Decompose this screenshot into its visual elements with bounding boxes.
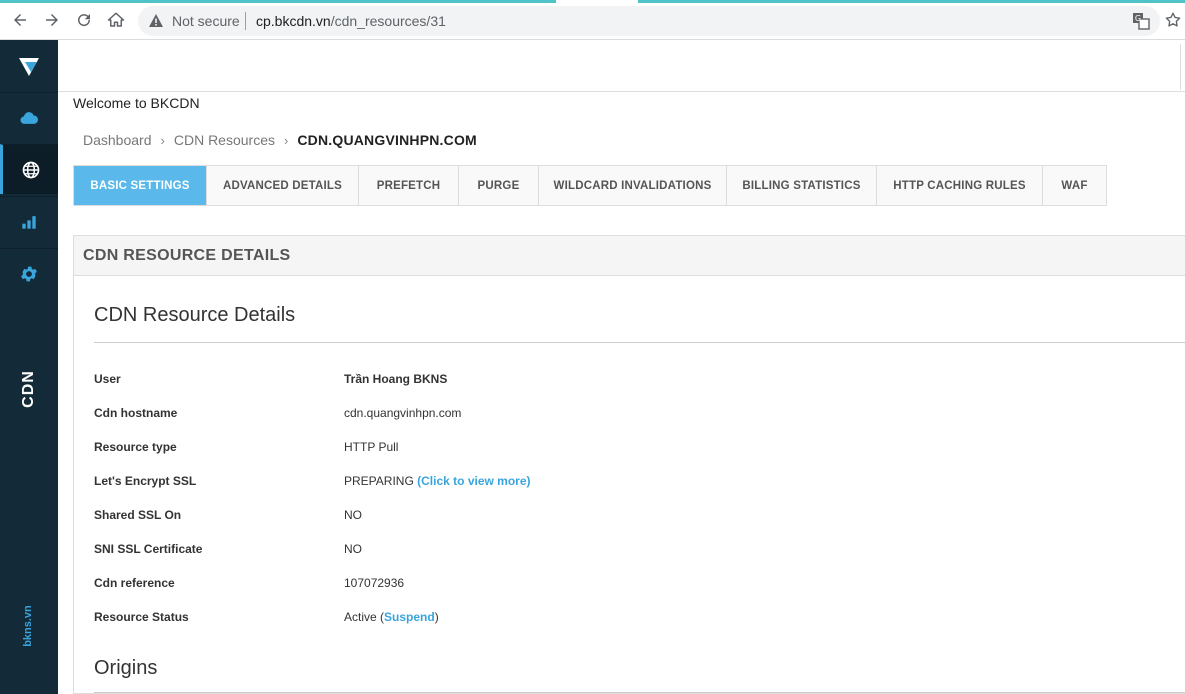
detail-value: Active (Suspend): [344, 610, 439, 624]
detail-value: PREPARING (Click to view more): [344, 474, 531, 488]
section-title: CDN Resource Details: [94, 304, 296, 326]
tab-strip: [638, 0, 1185, 3]
detail-label: Cdn hostname: [94, 406, 178, 420]
sidebar-section-label: CDN: [13, 370, 43, 410]
detail-value: 107072936: [344, 576, 405, 590]
url-host: cp.bkcdn.vn: [256, 13, 331, 29]
settings-tabs: BASIC SETTINGS ADVANCED DETAILS PREFETCH…: [73, 165, 1107, 206]
breadcrumb: Dashboard › CDN Resources › CDN.QUANGVIN…: [83, 132, 477, 148]
welcome-text: Welcome to BKCDN: [73, 95, 200, 111]
chevron-right-icon: ›: [283, 132, 289, 148]
url-text[interactable]: cp.bkcdn.vn/cdn_resources/31: [256, 13, 446, 29]
svg-text:G: G: [1135, 14, 1141, 23]
detail-label: SNI SSL Certificate: [94, 542, 203, 556]
detail-label: Resource type: [94, 440, 177, 454]
detail-label: Shared SSL On: [94, 508, 182, 522]
detail-label: Let's Encrypt SSL: [94, 474, 197, 488]
breadcrumb-current: CDN.QUANGVINHPN.COM: [297, 132, 477, 148]
detail-label: User: [94, 372, 121, 386]
forward-icon[interactable]: [40, 8, 64, 32]
detail-row-ssl: Let's Encrypt SSL PREPARING (Click to vi…: [94, 474, 1094, 494]
tab-http-caching-rules[interactable]: HTTP CACHING RULES: [877, 166, 1043, 205]
detail-row-user: User Trần Hoang BKNS: [94, 372, 1094, 392]
security-label: Not secure: [172, 13, 240, 29]
sidebar-item-settings[interactable]: [0, 248, 58, 298]
origins-title: Origins: [94, 657, 158, 679]
detail-label: Cdn reference: [94, 576, 175, 590]
bar-chart-icon: [22, 215, 36, 229]
tab-purge[interactable]: PURGE: [459, 166, 539, 205]
back-icon[interactable]: [8, 8, 32, 32]
sidebar-item-globe[interactable]: [0, 144, 58, 194]
powered-by-text: Powered by bkns.vn: [22, 556, 117, 694]
detail-value: HTTP Pull: [344, 440, 399, 454]
divider: [94, 342, 1185, 343]
translate-icon[interactable]: G: [1132, 12, 1150, 30]
detail-row-shared-ssl: Shared SSL On NO: [94, 508, 1094, 528]
user-link[interactable]: Trần Hoang BKNS: [344, 372, 447, 386]
suspend-link[interactable]: Suspend: [384, 610, 435, 624]
cloud-icon: [20, 111, 39, 124]
paren-close: ): [434, 610, 439, 624]
sidebar-item-statistics[interactable]: [0, 196, 58, 246]
powered-by: Powered by bkns.vn: [0, 560, 117, 694]
ssl-status: PREPARING: [344, 474, 414, 488]
ssl-view-more-link[interactable]: (Click to view more): [417, 474, 530, 488]
url-path: /cdn_resources/31: [330, 13, 446, 29]
browser-toolbar: Not secure cp.bkcdn.vn/cdn_resources/31 …: [0, 0, 1185, 40]
tab-wildcard-invalidations[interactable]: WILDCARD INVALIDATIONS: [539, 166, 727, 205]
globe-icon: [22, 161, 39, 178]
detail-row-sni: SNI SSL Certificate NO: [94, 542, 1094, 562]
sidebar-item-cloud[interactable]: [0, 92, 58, 142]
divider: [1180, 44, 1181, 90]
divider: [94, 692, 1185, 693]
warning-icon[interactable]: [148, 13, 164, 29]
address-bar[interactable]: Not secure cp.bkcdn.vn/cdn_resources/31: [138, 6, 1160, 36]
tab-strip: [0, 0, 556, 3]
tab-waf[interactable]: WAF: [1043, 166, 1106, 205]
panel-heading: CDN RESOURCE DETAILS: [74, 236, 1185, 276]
detail-row-hostname: Cdn hostname cdn.quangvinhpn.com: [94, 406, 1094, 426]
tab-advanced-details[interactable]: ADVANCED DETAILS: [207, 166, 359, 205]
logo[interactable]: [0, 40, 58, 92]
tab-billing-statistics[interactable]: BILLING STATISTICS: [727, 166, 877, 205]
detail-value: NO: [344, 508, 362, 522]
detail-row-resource-type: Resource type HTTP Pull: [94, 440, 1094, 460]
chevron-right-icon: ›: [160, 132, 165, 148]
gear-icon: [21, 266, 37, 281]
home-icon[interactable]: [104, 8, 128, 32]
tab-basic-settings[interactable]: BASIC SETTINGS: [74, 166, 207, 205]
sidebar: CDN Powered by bkns.vn: [0, 40, 117, 694]
breadcrumb-cdn-resources[interactable]: CDN Resources: [174, 132, 275, 148]
status-value: Active: [344, 610, 377, 624]
detail-row-status: Resource Status Active (Suspend): [94, 610, 1094, 630]
detail-value: cdn.quangvinhpn.com: [344, 406, 462, 420]
powered-brand[interactable]: bkns.vn: [22, 605, 34, 647]
tab-prefetch[interactable]: PREFETCH: [359, 166, 459, 205]
details-panel: CDN RESOURCE DETAILS CDN Resource Detail…: [73, 235, 1185, 694]
detail-row-reference: Cdn reference 107072936: [94, 576, 1094, 596]
detail-label: Resource Status: [94, 610, 189, 624]
logo-icon: [19, 58, 39, 76]
detail-value: NO: [344, 542, 362, 556]
reload-icon[interactable]: [72, 8, 96, 32]
top-header: [58, 40, 1185, 92]
star-icon[interactable]: [1164, 11, 1182, 29]
breadcrumb-dashboard[interactable]: Dashboard: [83, 132, 152, 148]
divider: [245, 12, 246, 30]
cdn-label: CDN: [19, 370, 37, 408]
